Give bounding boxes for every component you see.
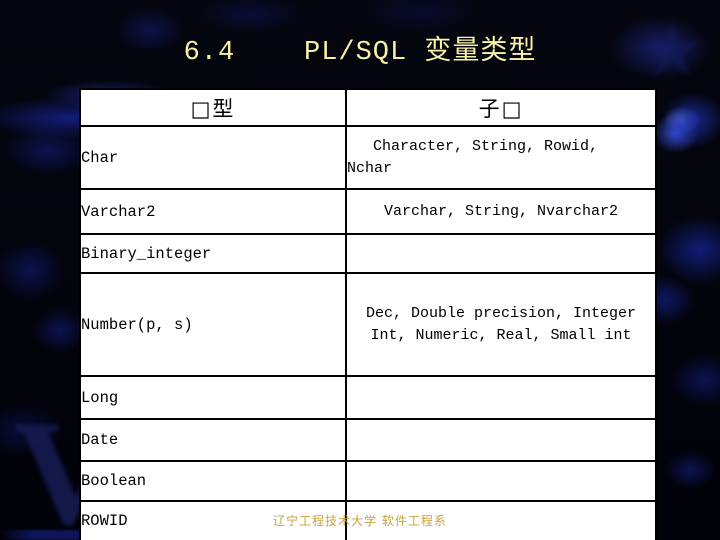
cell-subtype: Varchar, String, Nvarchar2: [345, 188, 657, 235]
cell-subtype: [345, 233, 657, 274]
cell-type: Binary_integer: [79, 233, 347, 274]
cell-type: Char: [79, 125, 347, 190]
cell-subtype: [345, 460, 657, 502]
cell-subtype: [345, 418, 657, 462]
cell-subtype: [345, 375, 657, 420]
table-header-row: □型 子□: [79, 88, 657, 127]
table-row: Char Character, String, Rowid, Nchar: [79, 125, 657, 190]
cell-type: Date: [79, 418, 347, 462]
column-header-type: □型: [79, 88, 347, 127]
cell-type: Boolean: [79, 460, 347, 502]
table-row: ROWID: [79, 500, 657, 540]
page-title: 6.4 PL/SQL 变量类型: [183, 38, 537, 68]
cell-subtype: Character, String, Rowid, Nchar: [345, 125, 657, 190]
table-row: Long: [79, 375, 657, 420]
table-row: Number(p, s) Dec, Double precision, Inte…: [79, 272, 657, 377]
cell-subtype: Dec, Double precision, Integer Int, Nume…: [345, 272, 657, 377]
table-row: Binary_integer: [79, 233, 657, 274]
cell-subtype: [345, 500, 657, 540]
table-row: Date: [79, 418, 657, 462]
cell-type: ROWID: [79, 500, 347, 540]
column-header-subtype: 子□: [345, 88, 657, 127]
cell-type: Long: [79, 375, 347, 420]
cell-type: Varchar2: [79, 188, 347, 235]
pl-sql-variable-types-table: □型 子□ Char Character, String, Rowid, Nch…: [79, 88, 657, 540]
cell-type: Number(p, s): [79, 272, 347, 377]
table-row: Boolean: [79, 460, 657, 502]
table-row: Varchar2 Varchar, String, Nvarchar2: [79, 188, 657, 235]
